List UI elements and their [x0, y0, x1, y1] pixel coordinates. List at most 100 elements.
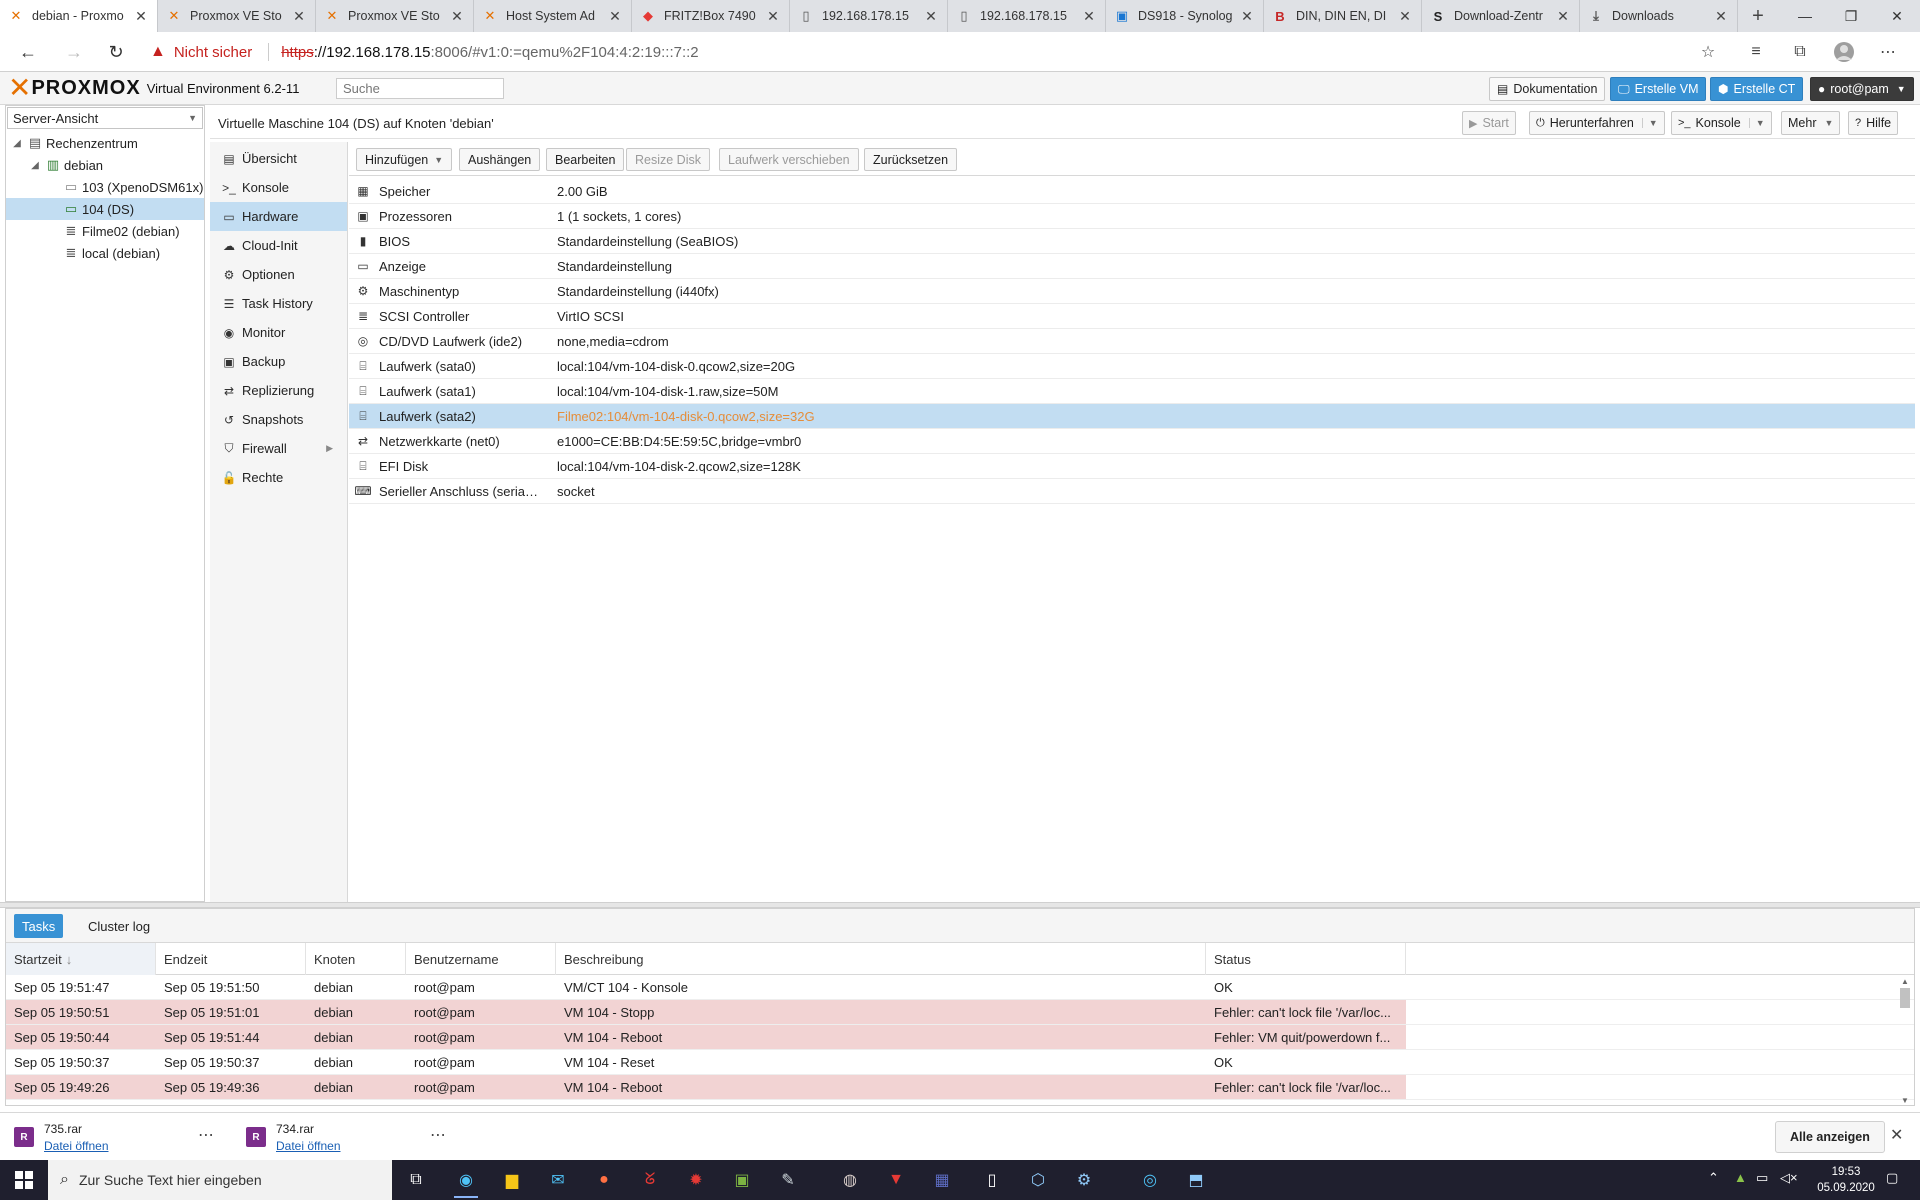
browser-tab[interactable]: ▯ 192.168.178.15 ✕	[790, 0, 948, 32]
virtualbox-icon[interactable]: ⬡	[1022, 1164, 1054, 1196]
window-close-icon[interactable]: ✕	[1874, 0, 1920, 32]
nav-item[interactable]: ◉ Monitor	[210, 318, 347, 347]
create-ct-button[interactable]: ⬢ Erstelle CT	[1710, 77, 1804, 101]
hardware-row[interactable]: ⌸ Laufwerk (sata0) local:104/vm-104-disk-0…	[349, 354, 1915, 379]
console-button[interactable]: >_ Konsole ▼	[1671, 111, 1772, 135]
table-row[interactable]: Sep 05 19:51:47 Sep 05 19:51:50 debian root…	[6, 975, 1914, 1000]
notifications-icon[interactable]: ▢	[1886, 1170, 1898, 1186]
hardware-row[interactable]: ⌨ Serieller Anschluss (seria… socket	[349, 479, 1915, 504]
windows-search-box[interactable]: ⌕ Zur Suche Text hier eingeben	[48, 1160, 392, 1200]
close-icon[interactable]: ✕	[1239, 8, 1255, 25]
browser-tab[interactable]: S Download-Zentr ✕	[1422, 0, 1580, 32]
nav-item[interactable]: ⚙ Optionen	[210, 260, 347, 289]
qc-app-icon[interactable]: ▣	[726, 1164, 758, 1196]
browser-tab[interactable]: ✕ Host System Ad ✕	[474, 0, 632, 32]
table-row[interactable]: Sep 05 19:49:26 Sep 05 19:49:36 debian root…	[6, 1075, 1914, 1100]
hardware-row[interactable]: ≣ SCSI Controller VirtIO SCSI	[349, 304, 1915, 329]
download-item[interactable]: R 735.rar Datei öffnen ⋯	[14, 1119, 214, 1155]
documentation-button[interactable]: ▤ Dokumentation	[1489, 77, 1606, 101]
network-tool-icon[interactable]: ⚙	[1068, 1164, 1100, 1196]
move-disk-button[interactable]: Laufwerk verschieben	[719, 148, 859, 171]
clock[interactable]: 19:53 05.09.2020	[1814, 1164, 1878, 1196]
reload-icon[interactable]: ↻	[98, 36, 134, 68]
document-app-icon[interactable]: ▯	[976, 1164, 1008, 1196]
hardware-row[interactable]: ⚙ Maschinentyp Standardeinstellung (i440fx…	[349, 279, 1915, 304]
close-icon[interactable]: ✕	[1713, 8, 1729, 25]
start-button[interactable]: ▶ Start	[1462, 111, 1516, 135]
chevron-down-icon[interactable]: ▼	[1748, 118, 1765, 128]
close-icon[interactable]: ✕	[923, 8, 939, 25]
column-header[interactable]: Startzeit ↓	[6, 943, 156, 975]
nav-item[interactable]: ⛉ Firewall ▶	[210, 434, 347, 463]
shutdown-button[interactable]: ⏻ Herunterfahren ▼	[1529, 111, 1665, 135]
app-red-icon[interactable]: ᘜ	[634, 1164, 666, 1196]
tree-item[interactable]: ◢ ▤ Rechenzentrum	[6, 132, 204, 154]
table-row[interactable]: Sep 05 19:50:51 Sep 05 19:51:01 debian root…	[6, 1000, 1914, 1025]
tree-item[interactable]: ▭ 103 (XpenoDSM61x)	[6, 176, 204, 198]
close-icon[interactable]: ✕	[1555, 8, 1571, 25]
download-item[interactable]: R 734.rar Datei öffnen ⋯	[246, 1119, 446, 1155]
scroll-thumb[interactable]	[1900, 988, 1910, 1008]
column-header[interactable]: Beschreibung	[556, 943, 1206, 975]
help-button[interactable]: ? Hilfe	[1848, 111, 1899, 135]
hardware-row[interactable]: ◎ CD/DVD Laufwerk (ide2) none,media=cdrom	[349, 329, 1915, 354]
close-icon[interactable]: ✕	[1397, 8, 1413, 25]
column-header[interactable]: Benutzername	[406, 943, 556, 975]
mail-icon[interactable]: ✉	[542, 1164, 574, 1196]
detach-button[interactable]: Aushängen	[459, 148, 541, 171]
close-icon[interactable]: ✕	[133, 8, 149, 25]
user-menu-button[interactable]: ● root@pam ▼	[1810, 77, 1914, 101]
app-cyan-icon[interactable]: ◎	[1134, 1164, 1166, 1196]
restore-icon[interactable]: ❐	[1828, 0, 1874, 32]
browser-tab[interactable]: ✕ Proxmox VE Sto ✕	[316, 0, 474, 32]
browser-tab[interactable]: ✕ Proxmox VE Sto ✕	[158, 0, 316, 32]
hardware-row[interactable]: ⇄ Netzwerkkarte (net0) e1000=CE:BB:D4:5E:5…	[349, 429, 1915, 454]
hardware-row[interactable]: ▭ Anzeige Standardeinstellung	[349, 254, 1915, 279]
add-button[interactable]: Hinzufügen ▼	[356, 148, 453, 171]
revert-button[interactable]: Zurücksetzen	[864, 148, 958, 171]
new-tab-button[interactable]: +	[1738, 0, 1778, 32]
start-menu-button[interactable]	[0, 1160, 48, 1200]
browser-tab[interactable]: B DIN, DIN EN, DI ✕	[1264, 0, 1422, 32]
favorites-icon[interactable]: ≡	[1742, 38, 1770, 66]
tree-item[interactable]: ▭ 104 (DS)	[6, 198, 204, 220]
more-options-icon[interactable]: ⋯	[198, 1125, 214, 1145]
nav-item[interactable]: ▤ Übersicht	[210, 144, 347, 173]
file-explorer-icon[interactable]: ▆	[496, 1164, 528, 1196]
network-icon[interactable]: ▭	[1756, 1170, 1768, 1186]
hardware-row[interactable]: ▣ Prozessoren 1 (1 sockets, 1 cores)	[349, 204, 1915, 229]
more-menu-icon[interactable]: ⋯	[1874, 38, 1902, 66]
tree-item[interactable]: ≣ local (debian)	[6, 242, 204, 264]
browser-tab[interactable]: ▣ DS918 - Synolog ✕	[1106, 0, 1264, 32]
show-all-button[interactable]: Alle anzeigen	[1775, 1121, 1885, 1153]
volume-icon[interactable]: ◁×	[1780, 1170, 1798, 1186]
table-row[interactable]: Sep 05 19:50:37 Sep 05 19:50:37 debian root…	[6, 1050, 1914, 1075]
more-options-icon[interactable]: ⋯	[430, 1125, 446, 1145]
view-selector[interactable]: Server-Ansicht ▼	[7, 107, 203, 129]
scroll-up-icon[interactable]: ▲	[1898, 977, 1912, 986]
open-file-link[interactable]: Datei öffnen	[276, 1139, 341, 1153]
scroll-down-icon[interactable]: ▼	[1898, 1096, 1912, 1105]
profile-avatar-icon[interactable]	[1830, 38, 1858, 66]
chevron-down-icon[interactable]: ▼	[1641, 118, 1658, 128]
nav-item[interactable]: ☁ Cloud-Init	[210, 231, 347, 260]
hardware-row[interactable]: ⌸ EFI Disk local:104/vm-104-disk-2.qcow2,s…	[349, 454, 1915, 479]
nav-item[interactable]: ⇄ Replizierung	[210, 376, 347, 405]
star-icon[interactable]: ☆	[1694, 38, 1722, 66]
tray-expand-icon[interactable]: ⌃	[1708, 1170, 1719, 1186]
close-icon[interactable]: ✕	[449, 8, 465, 25]
tray-app-icon[interactable]: ▲	[1734, 1170, 1747, 1185]
tasks-scrollbar[interactable]: ▲ ▼	[1898, 977, 1912, 1105]
hardware-row[interactable]: ▮ BIOS Standardeinstellung (SeaBIOS)	[349, 229, 1915, 254]
pen-app-icon[interactable]: ✎	[772, 1164, 804, 1196]
tab-cluster-log[interactable]: Cluster log	[80, 914, 158, 938]
create-vm-button[interactable]: 🖵 Erstelle VM	[1610, 77, 1707, 101]
nav-item[interactable]: ▭ Hardware	[210, 202, 347, 231]
forward-arrow-icon[interactable]: →	[56, 36, 92, 68]
tree-expander-icon[interactable]: ◢	[28, 160, 42, 171]
table-row[interactable]: Sep 05 19:50:44 Sep 05 19:51:44 debian root…	[6, 1025, 1914, 1050]
save-app-icon[interactable]: ▦	[926, 1164, 958, 1196]
nav-item[interactable]: ▣ Backup	[210, 347, 347, 376]
back-arrow-icon[interactable]: ←	[10, 36, 46, 68]
collections-icon[interactable]: ⧉	[1786, 38, 1814, 66]
